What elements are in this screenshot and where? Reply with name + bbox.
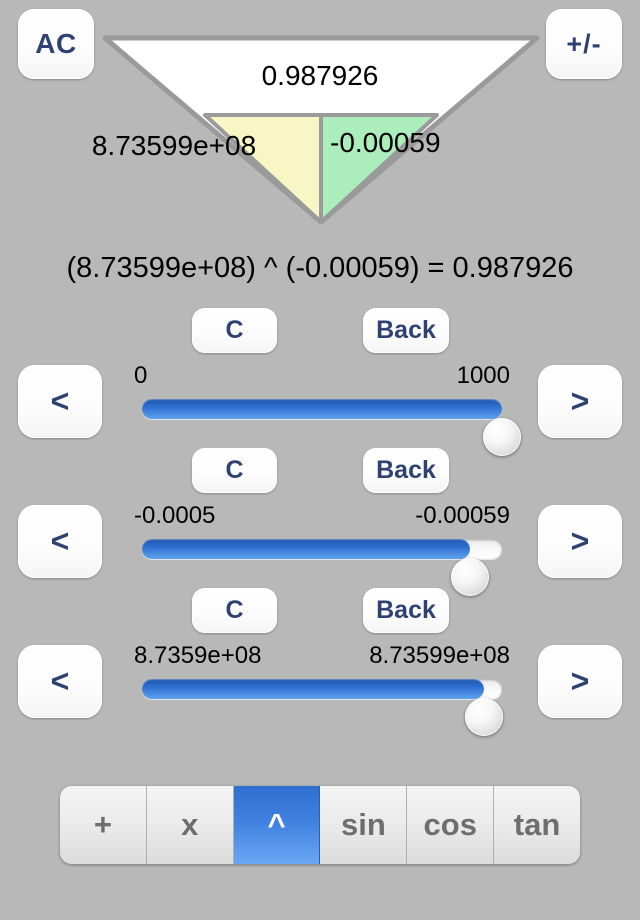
triangle-graphic — [102, 35, 540, 225]
decrement-button[interactable]: < — [18, 645, 102, 718]
triangle-display: 0.987926 8.73599e+08 -0.00059 — [0, 0, 640, 235]
operator-sin[interactable]: sin — [320, 786, 408, 864]
equation-line: (8.73599e+08) ^ (-0.00059) = 0.987926 — [66, 252, 574, 284]
slider-control[interactable]: -0.0005 -0.00059 — [128, 502, 518, 596]
operator-cos[interactable]: cos — [407, 786, 495, 864]
decrement-button[interactable]: < — [18, 365, 102, 438]
slider-fill — [142, 399, 502, 419]
result-value: 0.987926 — [261, 60, 379, 91]
operator-multiply[interactable]: x — [146, 786, 234, 864]
slider-min-label: -0.0005 — [134, 502, 216, 529]
slider-max-label: 8.73599e+08 — [369, 642, 510, 669]
clear-button[interactable]: C — [192, 448, 277, 493]
slider-track[interactable] — [142, 539, 502, 596]
back-button[interactable]: Back — [363, 308, 449, 353]
operand-left: 8.73599e+08 — [91, 130, 257, 161]
slider-min-label: 0 — [134, 362, 148, 389]
operand-right: -0.00059 — [330, 127, 441, 158]
slider-min-label: 8.7359e+08 — [134, 642, 262, 669]
slider-track[interactable] — [142, 679, 503, 736]
increment-button[interactable]: > — [538, 645, 622, 718]
operator-add[interactable]: + — [60, 786, 147, 864]
all-clear-button[interactable]: AC — [18, 9, 94, 79]
operator-segmented-control[interactable]: + x ^ sin cos tan — [60, 786, 580, 864]
slider-fill — [142, 679, 484, 699]
slider-max-label: 1000 — [456, 362, 510, 389]
clear-button[interactable]: C — [192, 308, 277, 353]
decrement-button[interactable]: < — [18, 505, 102, 578]
slider-max-label: -0.00059 — [415, 502, 510, 529]
slider-thumb[interactable] — [465, 698, 503, 736]
back-button[interactable]: Back — [363, 448, 449, 493]
operator-tan[interactable]: tan — [494, 786, 580, 864]
sign-toggle-button[interactable]: +/- — [546, 9, 622, 79]
increment-button[interactable]: > — [538, 505, 622, 578]
slider-thumb[interactable] — [450, 558, 489, 596]
operator-power[interactable]: ^ — [233, 786, 321, 864]
slider-control[interactable]: 8.7359e+08 8.73599e+08 — [128, 642, 518, 736]
slider-thumb[interactable] — [483, 418, 521, 456]
increment-button[interactable]: > — [538, 365, 622, 438]
slider-fill — [142, 539, 470, 559]
clear-button[interactable]: C — [192, 588, 277, 633]
slider-track[interactable] — [142, 399, 521, 456]
slider-control[interactable]: 0 1000 — [128, 362, 521, 456]
back-button[interactable]: Back — [363, 588, 449, 633]
